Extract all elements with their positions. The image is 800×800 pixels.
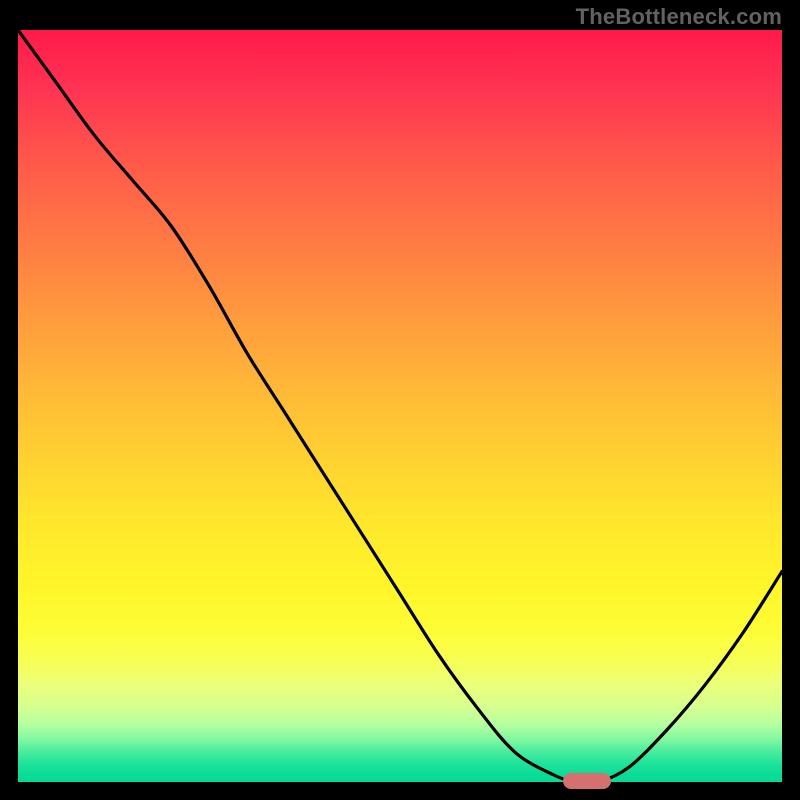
chart-container: TheBottleneck.com (0, 0, 800, 800)
plot-area (18, 30, 782, 782)
optimal-marker (563, 773, 611, 789)
watermark-text: TheBottleneck.com (576, 4, 782, 30)
bottleneck-curve (18, 30, 782, 782)
